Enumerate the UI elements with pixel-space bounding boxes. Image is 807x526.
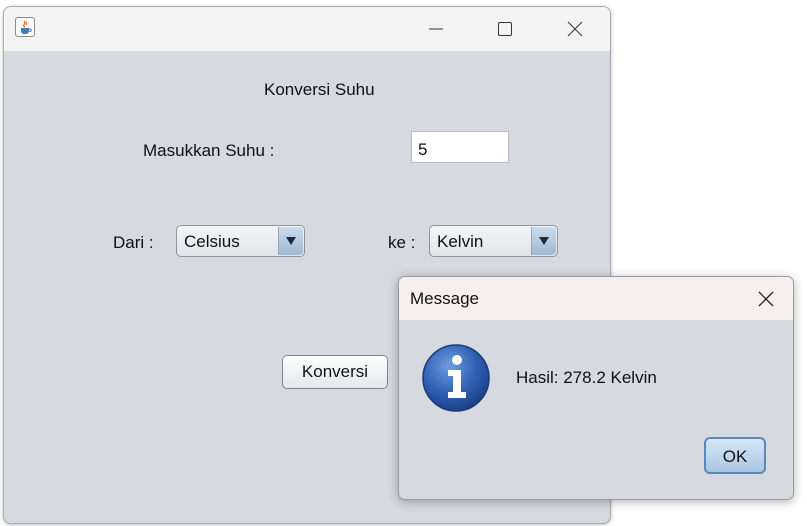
to-unit-select[interactable]: Kelvin xyxy=(429,225,558,257)
temperature-input[interactable]: 5 xyxy=(411,131,509,163)
maximize-icon xyxy=(498,22,512,36)
ok-button[interactable]: OK xyxy=(704,437,766,474)
to-dropdown-button[interactable] xyxy=(531,227,556,255)
from-label: Dari : xyxy=(113,233,154,252)
dialog-close-button[interactable] xyxy=(751,284,781,314)
from-dropdown-button[interactable] xyxy=(278,227,303,255)
temperature-label: Masukkan Suhu : xyxy=(143,141,275,160)
close-icon xyxy=(758,291,774,307)
to-unit-value: Kelvin xyxy=(437,232,484,251)
heading-label: Konversi Suhu xyxy=(264,80,375,99)
minimize-icon xyxy=(429,28,443,30)
dialog-titlebar[interactable]: Message xyxy=(399,277,793,320)
information-icon xyxy=(422,344,490,412)
maximize-button[interactable] xyxy=(482,7,528,51)
close-button[interactable] xyxy=(552,7,598,51)
java-app-icon[interactable] xyxy=(15,17,35,37)
to-label: ke : xyxy=(388,233,416,252)
window-titlebar[interactable] xyxy=(4,7,610,51)
result-message: Hasil: 278.2 Kelvin xyxy=(516,368,657,387)
from-unit-select[interactable]: Celsius xyxy=(176,225,305,257)
from-unit-value: Celsius xyxy=(184,232,240,251)
minimize-button[interactable] xyxy=(413,7,459,51)
convert-button[interactable]: Konversi xyxy=(282,355,388,389)
dialog-title: Message xyxy=(410,289,479,308)
dropdown-arrow-icon xyxy=(286,237,296,245)
dropdown-arrow-icon xyxy=(539,237,549,245)
message-dialog: Message Hasil: 278.2 Kelvin OK xyxy=(398,276,794,500)
close-icon xyxy=(567,21,583,37)
